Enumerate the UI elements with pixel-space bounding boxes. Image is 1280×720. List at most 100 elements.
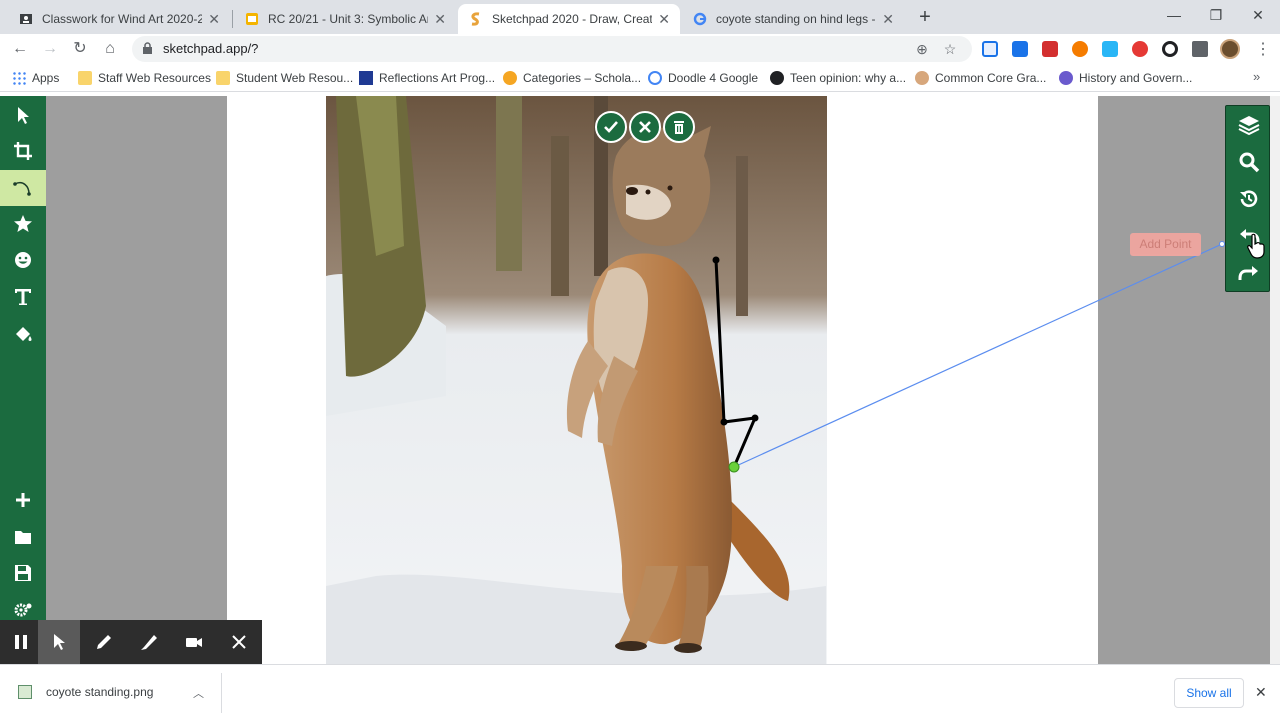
tool-curve[interactable] xyxy=(0,170,46,206)
page-scrollbar[interactable] xyxy=(1270,96,1280,664)
address-bar[interactable]: sketchpad.app/? ⊕ ☆ xyxy=(132,36,972,62)
close-download-bar-icon[interactable]: ✕ xyxy=(1255,684,1267,701)
show-all-button[interactable]: Show all xyxy=(1174,678,1244,708)
pause-button[interactable] xyxy=(0,620,42,664)
new-tab-button[interactable]: + xyxy=(914,6,936,28)
redo-button[interactable] xyxy=(1226,254,1271,291)
layers-button[interactable] xyxy=(1226,106,1271,143)
tab-title: Sketchpad 2020 - Draw, Create, S xyxy=(492,12,653,26)
close-tab-icon[interactable]: ✕ xyxy=(658,11,670,28)
tool-save[interactable] xyxy=(0,555,46,591)
puzzle-icon[interactable] xyxy=(1192,41,1208,57)
bookmark-staff-web-resources[interactable]: Staff Web Resources xyxy=(78,70,211,86)
bookmark-label: Teen opinion: why a... xyxy=(790,71,907,85)
history-icon xyxy=(1239,189,1257,207)
sticker-icon xyxy=(15,252,31,268)
extension-target-icon[interactable] xyxy=(1162,41,1178,57)
hand-cursor-icon xyxy=(1247,233,1265,259)
highlighter-icon xyxy=(141,635,157,650)
confirm-button[interactable] xyxy=(595,111,627,143)
redo-icon xyxy=(1238,265,1258,280)
extension-grid-icon[interactable] xyxy=(1012,41,1028,57)
extension-orange-icon[interactable] xyxy=(1072,41,1088,57)
close-tab-icon[interactable]: ✕ xyxy=(434,11,446,28)
site-icon xyxy=(770,71,784,85)
close-tab-icon[interactable]: ✕ xyxy=(208,11,220,28)
recorder-pen-button[interactable] xyxy=(83,620,125,664)
bookmarks-overflow-icon[interactable]: » xyxy=(1253,69,1260,84)
tool-fill[interactable] xyxy=(0,316,46,352)
close-icon xyxy=(639,121,651,133)
extension-print-icon[interactable] xyxy=(982,41,998,57)
zoom-button[interactable] xyxy=(1226,143,1271,180)
bookmark-doodle4google[interactable]: Doodle 4 Google xyxy=(648,70,758,86)
pointer-icon xyxy=(54,634,65,650)
tab-sketchpad[interactable]: Sketchpad 2020 - Draw, Create, S ✕ xyxy=(458,4,680,34)
tool-text[interactable] xyxy=(0,279,46,315)
bookmark-label: Common Core Gra... xyxy=(935,71,1047,85)
recorder-highlighter-button[interactable] xyxy=(128,620,170,664)
bookmarks-bar: Apps Staff Web Resources Student Web Res… xyxy=(0,64,1280,92)
google-icon xyxy=(648,71,662,85)
tab-divider xyxy=(232,10,233,28)
close-tab-icon[interactable]: ✕ xyxy=(882,11,894,28)
lock-icon xyxy=(143,42,152,54)
history-button[interactable] xyxy=(1226,180,1271,217)
bookmark-label: History and Govern... xyxy=(1079,71,1193,85)
download-filename: coyote standing.png xyxy=(46,685,154,699)
bookmark-teen-opinion[interactable]: Teen opinion: why a... xyxy=(770,70,906,86)
window-close-button[interactable]: ✕ xyxy=(1244,4,1272,26)
extension-camera-icon[interactable] xyxy=(1102,41,1118,57)
star-icon[interactable]: ☆ xyxy=(942,41,958,57)
pen-icon xyxy=(97,635,111,649)
bookmark-history-government[interactable]: History and Govern... xyxy=(1059,70,1192,86)
delete-button[interactable] xyxy=(663,111,695,143)
bookmark-common-core[interactable]: Common Core Gra... xyxy=(915,70,1046,86)
coyote-photo[interactable] xyxy=(326,96,827,664)
avatar[interactable] xyxy=(1220,39,1240,59)
bookmark-reflections[interactable]: Reflections Art Prog... xyxy=(359,70,495,86)
tab-classwork[interactable]: Classwork for Wind Art 2020-202 ✕ xyxy=(8,4,230,34)
tab-title: coyote standing on hind legs - G xyxy=(716,12,877,26)
home-icon[interactable]: ⌂ xyxy=(99,38,121,60)
slides-icon xyxy=(244,11,260,27)
person-icon xyxy=(1059,71,1073,85)
tool-shapes[interactable] xyxy=(0,206,46,242)
cancel-button[interactable] xyxy=(629,111,661,143)
restore-button[interactable]: ❐ xyxy=(1202,4,1230,26)
recorder-camera-button[interactable] xyxy=(173,620,215,664)
folder-icon xyxy=(216,71,230,85)
add-icon[interactable]: ⊕ xyxy=(914,41,930,57)
image-file-icon xyxy=(18,685,32,699)
tab-rc-unit3[interactable]: RC 20/21 - Unit 3: Symbolic Anim ✕ xyxy=(234,4,456,34)
tool-open[interactable] xyxy=(0,519,46,555)
trash-icon xyxy=(674,121,684,134)
download-item[interactable]: coyote standing.png xyxy=(18,685,153,699)
tool-stickers[interactable] xyxy=(0,242,46,278)
extension-pdf-icon[interactable] xyxy=(1042,41,1058,57)
minimize-button[interactable]: — xyxy=(1160,4,1188,26)
apps-grid-icon xyxy=(12,71,26,85)
left-toolbar xyxy=(0,96,46,664)
menu-icon[interactable]: ⋮ xyxy=(1255,39,1271,59)
tool-select[interactable] xyxy=(0,97,46,133)
crop-icon xyxy=(14,142,32,160)
bookmark-scholastic[interactable]: Categories – Schola... xyxy=(503,70,641,86)
star-icon xyxy=(14,215,32,232)
bookmark-apps[interactable]: Apps xyxy=(12,70,59,86)
tool-new[interactable] xyxy=(0,482,46,518)
extension-record-icon[interactable] xyxy=(1132,41,1148,57)
tab-google-search[interactable]: coyote standing on hind legs - G ✕ xyxy=(682,4,904,34)
classroom-icon xyxy=(18,11,34,27)
person-icon xyxy=(915,71,929,85)
back-icon[interactable]: ← xyxy=(9,38,31,60)
chevron-up-icon[interactable]: ︿ xyxy=(193,685,204,701)
bookmark-label: Reflections Art Prog... xyxy=(379,71,496,85)
reload-icon[interactable]: ↻ xyxy=(69,38,91,60)
recorder-pointer-button[interactable] xyxy=(38,620,80,664)
tool-crop[interactable] xyxy=(0,133,46,169)
forward-icon[interactable]: → xyxy=(39,38,61,60)
recorder-close-button[interactable] xyxy=(218,620,260,664)
pause-icon xyxy=(15,635,27,649)
bookmark-student-web-resources[interactable]: Student Web Resou... xyxy=(216,70,353,86)
